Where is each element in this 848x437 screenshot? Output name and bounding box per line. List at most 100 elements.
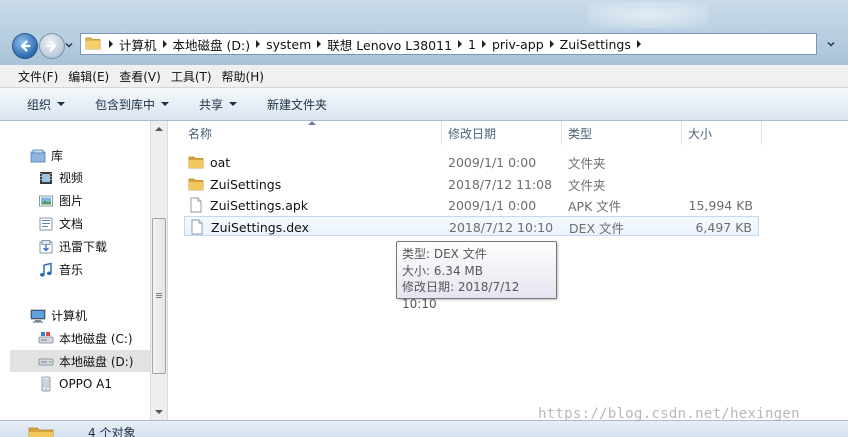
nav-item-label: 本地磁盘 (C:)	[59, 332, 133, 346]
column-header-name[interactable]: 名称	[182, 121, 442, 145]
file-tooltip: 类型: DEX 文件 大小: 6.34 MB 修改日期: 2018/7/12 1…	[396, 241, 557, 311]
file-type: APK 文件	[568, 198, 622, 214]
picture-icon	[38, 193, 54, 209]
music-icon	[38, 262, 54, 278]
column-header-modified[interactable]: 修改日期	[442, 121, 562, 145]
breadcrumb-separator[interactable]	[458, 40, 463, 48]
breadcrumb-separator[interactable]	[481, 40, 486, 48]
breadcrumb-separator[interactable]	[256, 40, 261, 48]
column-header-type[interactable]: 类型	[562, 121, 682, 145]
address-history-dropdown[interactable]	[820, 33, 842, 55]
share-label: 共享	[199, 97, 224, 112]
caret-down-icon	[229, 102, 238, 106]
window-glow	[588, 2, 708, 28]
nav-scrollbar[interactable]	[150, 121, 168, 420]
breadcrumb-1[interactable]: 1	[468, 37, 476, 52]
file-size: 15,994 KB	[688, 197, 753, 213]
scroll-down-icon[interactable]	[155, 410, 163, 414]
breadcrumb-separator[interactable]	[636, 40, 641, 48]
nav-libraries[interactable]: 库	[30, 147, 63, 164]
nav-item-videos[interactable]: 视频	[38, 169, 83, 186]
nav-computer-label: 计算机	[51, 309, 88, 323]
nav-libraries-label: 库	[51, 149, 64, 163]
breadcrumb-separator[interactable]	[162, 40, 167, 48]
breadcrumb-priv-app[interactable]: priv-app	[492, 37, 544, 52]
watermark: https://blog.csdn.net/hexingen	[538, 406, 800, 422]
file-name-cell: ZuiSettings.apk	[188, 195, 308, 215]
file-name-cell: oat	[188, 152, 230, 172]
scrollbar-thumb[interactable]	[152, 218, 166, 374]
arrow-left-icon	[20, 40, 31, 52]
nav-item-label: OPPO A1	[59, 377, 113, 391]
file-type: 文件夹	[568, 155, 606, 171]
file-row[interactable]: ZuiSettings.apk 2009/1/1 0:00 APK 文件 15,…	[184, 195, 759, 215]
caret-down-icon	[161, 102, 170, 106]
breadcrumb-separator[interactable]	[549, 40, 554, 48]
tooltip-size: 大小: 6.34 MB	[402, 263, 483, 278]
share-button[interactable]: 共享	[199, 96, 238, 113]
file-row[interactable]: oat 2009/1/1 0:00 文件夹	[184, 152, 759, 172]
title-bar: 计算机 本地磁盘 (D:) system 联想 Lenovo L38011 1 …	[0, 0, 848, 65]
status-item-count: 4 个对象	[88, 426, 136, 437]
menu-tools[interactable]: 工具(T)	[167, 68, 218, 85]
nav-item-music[interactable]: 音乐	[38, 261, 83, 278]
file-modified: 2009/1/1 0:00	[448, 154, 537, 170]
nav-item-oppo-a1[interactable]: OPPO A1	[38, 376, 112, 392]
nav-item-drive-c[interactable]: 本地磁盘 (C:)	[38, 330, 133, 347]
nav-item-thunder-downloads[interactable]: 迅雷下载	[38, 238, 107, 255]
include-in-library-button[interactable]: 包含到库中	[95, 96, 170, 113]
file-name: ZuiSettings	[210, 176, 282, 192]
menu-help[interactable]: 帮助(H)	[218, 68, 270, 85]
nav-computer[interactable]: 计算机	[30, 307, 87, 324]
file-size: 6,497 KB	[695, 219, 752, 235]
column-header-size[interactable]: 大小	[682, 121, 762, 145]
forward-button[interactable]	[39, 33, 65, 59]
new-folder-button[interactable]: 新建文件夹	[267, 96, 327, 113]
nav-item-drive-d[interactable]: 本地磁盘 (D:)	[10, 350, 150, 372]
file-modified: 2009/1/1 0:00	[448, 197, 537, 213]
breadcrumb-separator[interactable]	[317, 40, 322, 48]
column-header-label: 大小	[688, 126, 713, 141]
breadcrumb-lenovo[interactable]: 联想 Lenovo L38011	[327, 35, 452, 54]
status-bar: 4 个对象	[0, 420, 848, 437]
phone-icon	[38, 376, 54, 392]
computer-icon	[30, 308, 46, 324]
menu-edit[interactable]: 编辑(E)	[64, 68, 115, 85]
nav-item-documents[interactable]: 文档	[38, 215, 83, 232]
column-header-label: 修改日期	[448, 126, 497, 141]
address-bar[interactable]: 计算机 本地磁盘 (D:) system 联想 Lenovo L38011 1 …	[80, 33, 817, 55]
scroll-up-icon[interactable]	[155, 127, 163, 131]
video-icon	[38, 170, 54, 186]
nav-item-label: 视频	[59, 171, 84, 185]
organize-button[interactable]: 组织	[27, 96, 66, 113]
breadcrumb-separator[interactable]	[109, 40, 113, 48]
file-row[interactable]: ZuiSettings 2018/7/12 11:08 文件夹	[184, 174, 759, 194]
file-modified: 2018/7/12 11:08	[448, 176, 553, 192]
navigation-pane: 库 视频 图片 文档 迅雷下载 音乐 计算机 本地磁盘 (C:) 本地磁盘 (D…	[0, 121, 150, 437]
file-icon	[188, 197, 204, 213]
file-icon	[189, 219, 205, 235]
menu-view[interactable]: 查看(V)	[115, 68, 167, 85]
column-header-label: 名称	[188, 126, 213, 141]
organize-label: 组织	[27, 97, 52, 112]
recent-pages-dropdown[interactable]	[64, 40, 74, 50]
breadcrumb-system[interactable]: system	[266, 37, 311, 52]
nav-item-label: 文档	[59, 217, 84, 231]
command-bar: 组织 包含到库中 共享 新建文件夹	[0, 88, 848, 121]
nav-item-pictures[interactable]: 图片	[38, 192, 83, 209]
breadcrumb-zuisettings[interactable]: ZuiSettings	[560, 37, 631, 52]
breadcrumb: 计算机 本地磁盘 (D:) system 联想 Lenovo L38011 1 …	[103, 35, 647, 54]
breadcrumb-drive-d[interactable]: 本地磁盘 (D:)	[173, 35, 251, 54]
file-name-cell: ZuiSettings	[188, 174, 281, 194]
arrow-right-icon	[46, 40, 57, 52]
download-folder-icon	[38, 239, 54, 255]
back-button[interactable]	[12, 33, 38, 59]
tooltip-modified: 修改日期: 2018/7/12 10:10	[402, 280, 520, 311]
file-name: oat	[210, 154, 231, 170]
nav-item-label: 音乐	[59, 263, 84, 277]
include-in-library-label: 包含到库中	[95, 97, 156, 112]
folder-icon	[28, 425, 54, 437]
breadcrumb-computer[interactable]: 计算机	[119, 35, 157, 54]
menu-file[interactable]: 文件(F)	[0, 68, 64, 85]
file-row-selected[interactable]: ZuiSettings.dex 2018/7/12 10:10 DEX 文件 6…	[184, 216, 759, 236]
